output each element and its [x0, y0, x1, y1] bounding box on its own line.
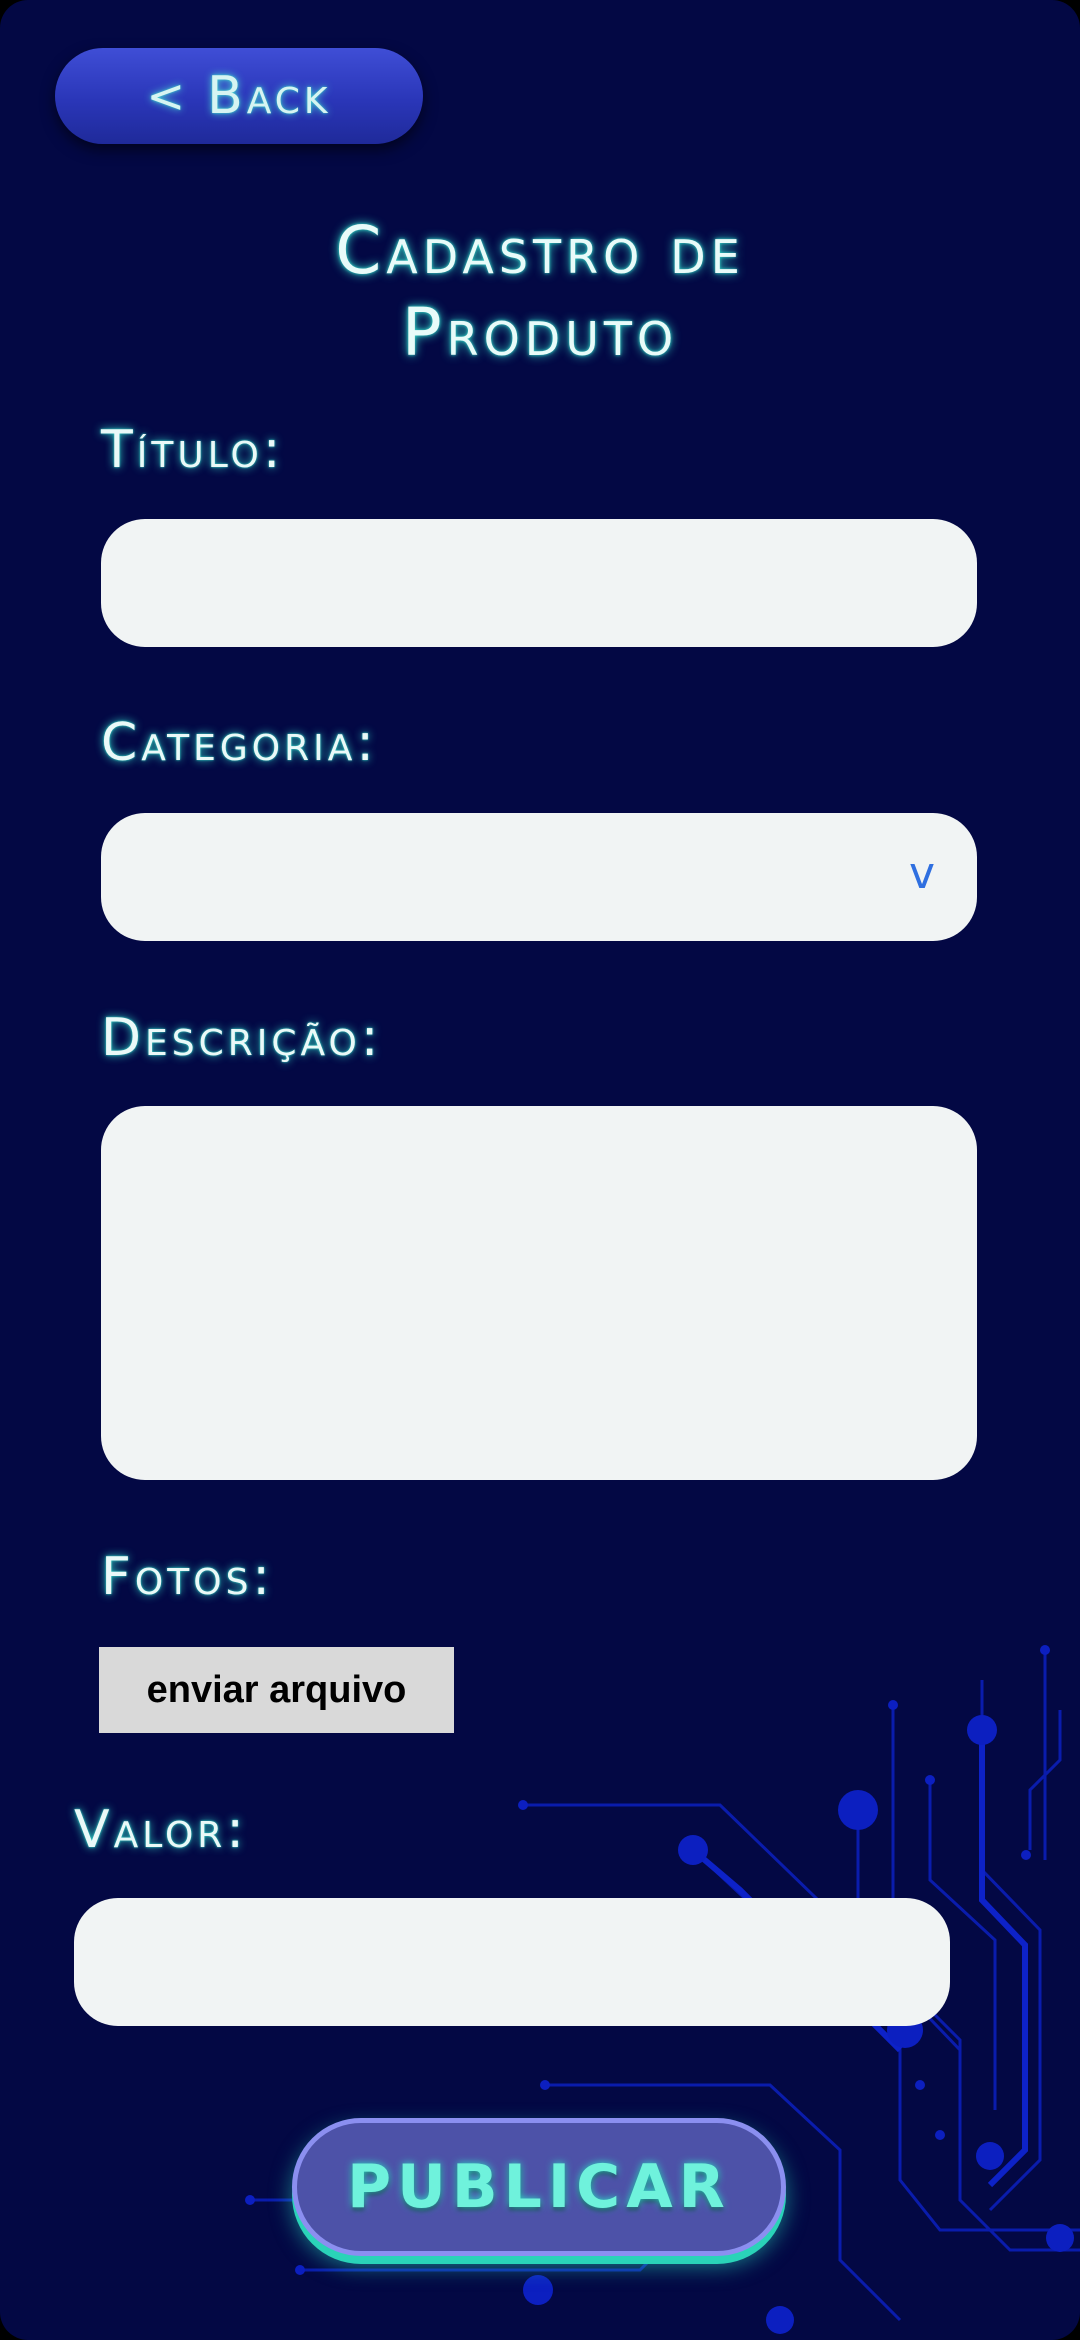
page-title-line1: Cadastro de — [335, 212, 745, 289]
publish-button[interactable]: PUBLICAR — [292, 2118, 786, 2256]
chevron-left-icon: < — [146, 69, 190, 123]
publish-button-label: PUBLICAR — [347, 2152, 731, 2222]
titulo-label: Título: — [101, 420, 285, 480]
categoria-label: Categoria: — [101, 713, 378, 773]
descricao-textarea[interactable] — [101, 1106, 977, 1480]
page-title-line2: Produto — [401, 294, 679, 371]
page-title: Cadastro de Produto — [0, 210, 1080, 374]
upload-file-button[interactable]: enviar arquivo — [99, 1647, 454, 1733]
descricao-label: Descrição: — [101, 1008, 383, 1068]
fotos-label: Fotos: — [101, 1547, 274, 1607]
back-button[interactable]: < Back — [55, 48, 423, 144]
app-screen: < Back Cadastro de Produto Título: Categ… — [0, 0, 1080, 2340]
categoria-select[interactable]: v — [101, 813, 977, 941]
valor-label: Valor: — [74, 1800, 248, 1860]
back-button-label: Back — [207, 66, 332, 126]
chevron-down-icon: v — [908, 848, 935, 899]
valor-input[interactable] — [74, 1898, 950, 2026]
titulo-input[interactable] — [101, 519, 977, 647]
